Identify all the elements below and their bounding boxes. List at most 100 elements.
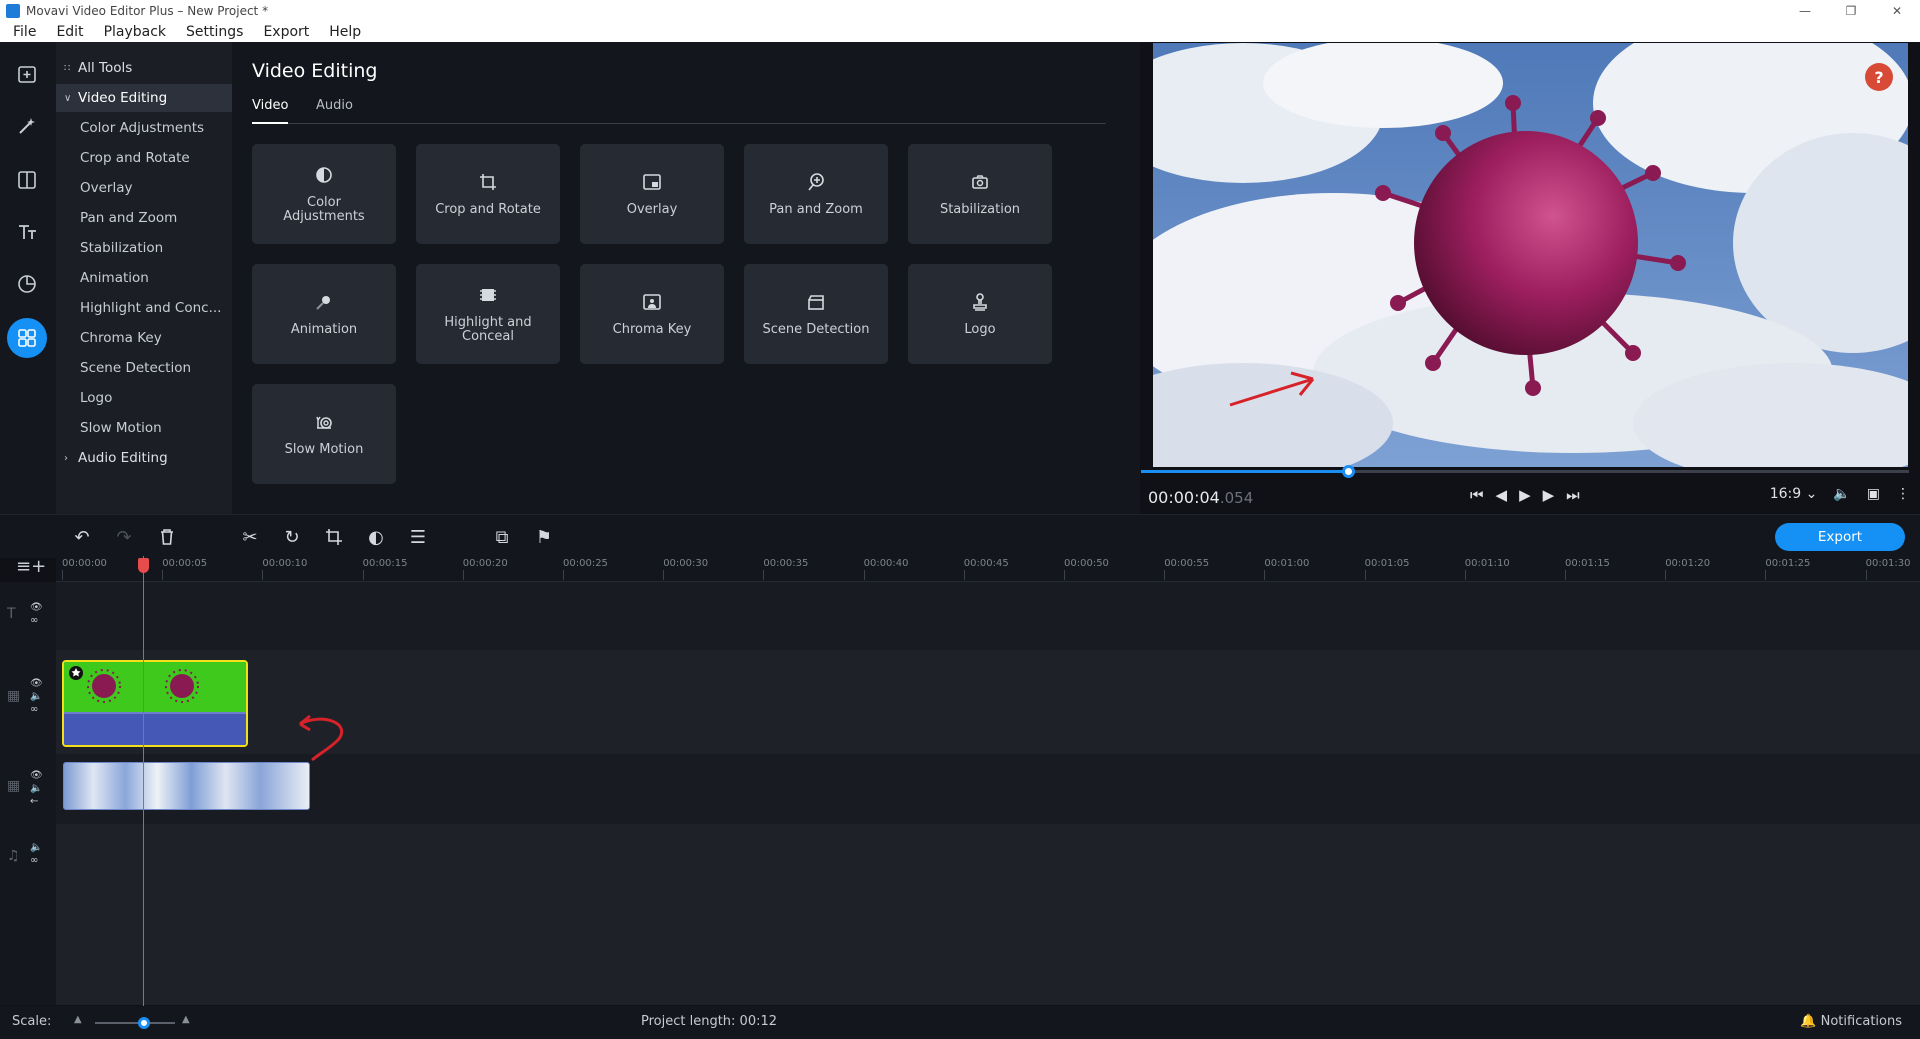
snapshot-icon[interactable]: ▣	[1867, 486, 1880, 502]
tile-highlight-and-conceal[interactable]: Highlight and Conceal	[416, 264, 560, 364]
timeline-ruler[interactable]: 00:00:00 00:00:05 00:00:10 00:00:15 00:00:20…	[56, 558, 1920, 582]
tile-overlay[interactable]: Overlay	[580, 144, 724, 244]
overlay-track-header: ▦ 👁 🔈 ∞	[0, 650, 56, 754]
zoom-out-icon[interactable]: ▲	[74, 1014, 82, 1025]
add-track-icon[interactable]: ≡+	[16, 556, 46, 577]
title-track[interactable]	[56, 582, 1920, 650]
menu-edit[interactable]: Edit	[56, 24, 83, 40]
skip-end-icon[interactable]: ⏭	[1566, 486, 1580, 504]
delete-icon[interactable]	[155, 525, 179, 549]
menu-file[interactable]: File	[13, 24, 36, 40]
tool-item[interactable]: Animation	[56, 264, 232, 292]
grid-icon: ∷	[64, 62, 71, 74]
play-icon[interactable]: ▶	[1519, 486, 1531, 504]
redo-icon[interactable]: ↷	[112, 525, 136, 549]
seek-bar[interactable]	[1141, 465, 1909, 478]
playhead[interactable]	[138, 556, 149, 1006]
minimize-icon[interactable]: —	[1782, 0, 1828, 22]
category-audio-editing[interactable]: › Audio Editing	[56, 444, 232, 472]
crop-tool-icon[interactable]	[322, 525, 346, 549]
tile-scene-detection[interactable]: Scene Detection	[744, 264, 888, 364]
export-button[interactable]: Export	[1775, 523, 1905, 551]
color-tool-icon[interactable]: ◐	[364, 525, 388, 549]
overlay-tool-icon[interactable]: ⧉	[490, 525, 514, 549]
sky-video-clip[interactable]	[63, 762, 310, 810]
tile-crop-and-rotate[interactable]: Crop and Rotate	[416, 144, 560, 244]
clip-properties-icon[interactable]: ☰	[406, 525, 430, 549]
scale-slider-handle[interactable]	[138, 1017, 150, 1029]
import-icon[interactable]	[7, 54, 47, 94]
zoom-in-icon[interactable]: ▲	[182, 1014, 190, 1025]
ruler-tick: 00:01:10	[1464, 558, 1510, 580]
ruler-tick: 00:00:40	[863, 558, 909, 580]
more-options-icon[interactable]: ⋮	[1896, 486, 1910, 502]
more-tools-icon[interactable]	[7, 318, 47, 358]
tile-stabilization[interactable]: Stabilization	[908, 144, 1052, 244]
rotate-icon[interactable]: ↻	[280, 525, 304, 549]
menu-playback[interactable]: Playback	[104, 24, 166, 40]
tab-audio[interactable]: Audio	[316, 98, 353, 124]
tool-item[interactable]: Chroma Key	[56, 324, 232, 352]
tool-item[interactable]: Stabilization	[56, 234, 232, 262]
skip-start-icon[interactable]: ⏮	[1470, 486, 1484, 504]
link-icon[interactable]: ←	[30, 796, 43, 807]
main-track-header: ▦ 👁 🔈 ←	[0, 754, 56, 824]
tab-video[interactable]: Video	[252, 98, 289, 124]
menu-help[interactable]: Help	[329, 24, 361, 40]
notifications-button[interactable]: 🔔 Notifications	[1800, 1014, 1902, 1029]
tile-chroma-key[interactable]: Chroma Key	[580, 264, 724, 364]
transitions-icon[interactable]	[7, 160, 47, 200]
cut-icon[interactable]: ✂	[238, 525, 262, 549]
tile-logo[interactable]: Logo	[908, 264, 1052, 364]
tile-slow-motion[interactable]: Slow Motion	[252, 384, 396, 484]
tile-color-adjustments[interactable]: Color Adjustments	[252, 144, 396, 244]
tool-item[interactable]: Color Adjustments	[56, 114, 232, 142]
next-frame-icon[interactable]: ▶	[1543, 486, 1555, 504]
overlay-clip[interactable]	[62, 660, 248, 747]
title-bar: Movavi Video Editor Plus – New Project *…	[0, 0, 1920, 22]
tool-item[interactable]: Highlight and Conc...	[56, 294, 232, 322]
highlight-icon	[477, 284, 499, 306]
menu-export[interactable]: Export	[263, 24, 309, 40]
category-video-editing[interactable]: ∨ Video Editing	[56, 84, 232, 112]
mute-icon[interactable]: 🔈	[30, 842, 42, 853]
visibility-icon[interactable]: 👁	[30, 770, 43, 781]
ruler-tick: 00:00:15	[362, 558, 408, 580]
tool-item[interactable]: Overlay	[56, 174, 232, 202]
magic-wand-icon[interactable]	[7, 106, 47, 146]
audio-track[interactable]	[56, 824, 1920, 1005]
playhead-handle[interactable]	[138, 558, 149, 573]
all-tools-item[interactable]: ∷ All Tools	[56, 54, 232, 82]
menu-settings[interactable]: Settings	[186, 24, 243, 40]
tool-item[interactable]: Scene Detection	[56, 354, 232, 382]
tool-item[interactable]: Pan and Zoom	[56, 204, 232, 232]
marker-flag-icon[interactable]: ⚑	[532, 525, 556, 549]
visibility-icon[interactable]: 👁	[30, 602, 43, 613]
tile-animation[interactable]: Animation	[252, 264, 396, 364]
mute-icon[interactable]: 🔈	[30, 691, 43, 702]
link-icon[interactable]: ∞	[30, 615, 43, 626]
tool-item[interactable]: Logo	[56, 384, 232, 412]
timeline-toolbar: ↶ ↷ ✂ ↻ ◐ ☰ ⧉ ⚑ Export	[0, 514, 1920, 558]
stickers-icon[interactable]	[7, 264, 47, 304]
mute-icon[interactable]: 🔈	[30, 783, 43, 794]
titles-icon[interactable]	[7, 212, 47, 252]
close-icon[interactable]: ✕	[1874, 0, 1920, 22]
prev-frame-icon[interactable]: ◀	[1496, 486, 1508, 504]
animation-icon	[313, 291, 335, 313]
video-track-icon: ▦	[7, 778, 21, 794]
restore-icon[interactable]: ❐	[1828, 0, 1874, 22]
scale-slider[interactable]	[95, 1017, 175, 1029]
tool-item[interactable]: Crop and Rotate	[56, 144, 232, 172]
link-icon[interactable]: ∞	[30, 704, 43, 715]
tool-item[interactable]: Slow Motion	[56, 414, 232, 442]
undo-icon[interactable]: ↶	[70, 525, 94, 549]
aspect-ratio-select[interactable]: 16:9 ⌄	[1770, 486, 1818, 502]
help-button[interactable]: ?	[1865, 63, 1893, 91]
seek-handle[interactable]	[1342, 465, 1356, 478]
link-icon[interactable]: ∞	[30, 855, 42, 866]
tile-pan-and-zoom[interactable]: Pan and Zoom	[744, 144, 888, 244]
clip-video-part	[64, 662, 246, 712]
visibility-icon[interactable]: 👁	[30, 678, 43, 689]
volume-icon[interactable]: 🔈	[1833, 486, 1850, 502]
